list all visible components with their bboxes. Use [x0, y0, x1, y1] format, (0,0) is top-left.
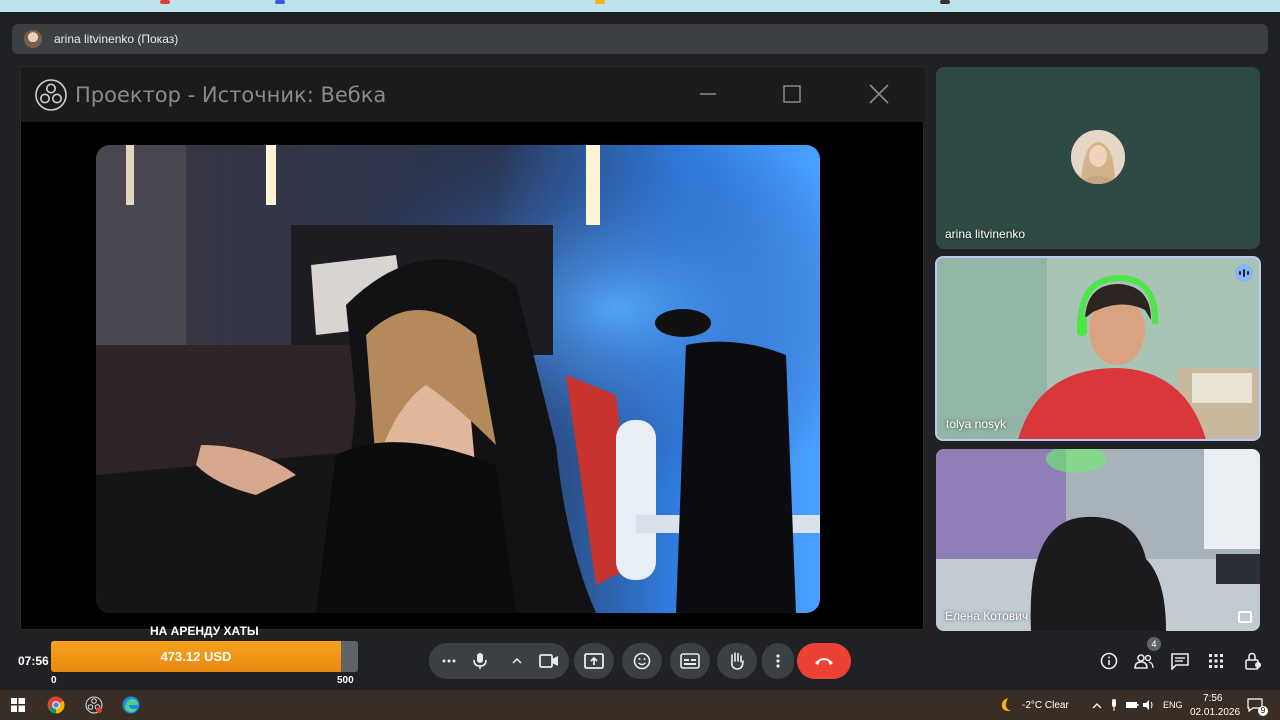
donation-goal-amount: 473.12 USD	[160, 649, 232, 664]
maximize-button[interactable]	[777, 79, 807, 109]
meeting-clock: 07:56	[18, 654, 49, 668]
taskbar-date[interactable]: 02.01.2026	[1190, 707, 1240, 718]
apps-grid-icon	[1209, 654, 1223, 668]
camera-icon	[539, 654, 558, 668]
hand-icon	[731, 652, 744, 670]
emoji-icon	[633, 652, 651, 670]
presentation-banner: arina litvinenko (Показ)	[12, 24, 1268, 54]
weather-moon-icon[interactable]	[996, 695, 1016, 715]
chat-button[interactable]	[1169, 650, 1191, 672]
microphone-icon	[473, 653, 487, 669]
people-icon	[1134, 654, 1154, 669]
obs-logo-icon	[35, 78, 67, 111]
participant-video	[937, 258, 1259, 439]
edge-icon	[122, 696, 140, 714]
reactions-button[interactable]	[622, 643, 662, 679]
obs-icon	[85, 696, 103, 714]
captions-icon	[680, 653, 700, 669]
projector-title: Проектор - Источник: Вебка	[75, 82, 387, 107]
weather-text[interactable]: -2°C Clear	[1022, 700, 1069, 711]
projector-window: Проектор - Источник: Вебка	[20, 66, 925, 630]
chrome-taskbar-button[interactable]	[46, 695, 66, 715]
host-controls-button[interactable]	[1242, 650, 1264, 672]
close-icon	[869, 84, 889, 104]
info-icon	[1100, 652, 1118, 670]
presenter-avatar	[24, 30, 42, 48]
volume-icon[interactable]	[1139, 695, 1159, 715]
taskbar-time[interactable]: 7:56	[1203, 693, 1222, 704]
participant-name: Елена Котович	[945, 609, 1029, 623]
people-button[interactable]	[1133, 650, 1155, 672]
chat-icon	[1171, 653, 1189, 670]
meeting-details-button[interactable]	[1098, 650, 1120, 672]
bookmark-icon[interactable]	[160, 0, 170, 4]
donation-goal-progress: 473.12 USD	[51, 641, 358, 672]
more-actions-button[interactable]	[762, 643, 794, 679]
captions-button[interactable]	[670, 643, 710, 679]
chrome-icon	[47, 696, 65, 714]
webcam-video	[96, 145, 820, 613]
participant-name: tolya nosyk	[946, 417, 1007, 431]
present-screen-button[interactable]	[574, 643, 614, 679]
participant-avatar	[1071, 130, 1125, 184]
participant-video	[936, 449, 1260, 631]
leave-call-button[interactable]	[797, 643, 851, 679]
obs-taskbar-button[interactable]	[84, 695, 104, 715]
projector-titlebar: Проектор - Источник: Вебка	[21, 67, 925, 122]
participant-tile[interactable]: Елена Котович	[936, 449, 1260, 631]
raise-hand-button[interactable]	[717, 643, 757, 679]
picture-in-picture-icon[interactable]	[1238, 611, 1252, 623]
language-indicator[interactable]: ENG	[1163, 700, 1183, 710]
notification-count-badge: 9	[1258, 706, 1268, 716]
edge-taskbar-button[interactable]	[121, 695, 141, 715]
more-horizontal-icon	[442, 659, 456, 663]
chevron-up-icon	[512, 657, 522, 664]
speaking-indicator-icon	[1235, 264, 1253, 282]
minimize-icon	[700, 93, 716, 95]
video-options-button[interactable]	[501, 643, 533, 679]
close-button[interactable]	[864, 79, 894, 109]
end-call-icon	[815, 658, 833, 665]
presenter-title: arina litvinenko (Показ)	[54, 32, 179, 46]
minimize-button[interactable]	[693, 79, 723, 109]
tray-mic-icon[interactable]	[1104, 695, 1124, 715]
bookmark-icon[interactable]	[940, 0, 950, 4]
participant-name: arina litvinenko	[945, 227, 1026, 241]
bookmark-icon[interactable]	[275, 0, 285, 4]
participant-tile[interactable]: arina litvinenko	[936, 67, 1260, 249]
windows-logo-icon	[11, 698, 25, 712]
present-screen-icon	[584, 653, 604, 669]
webcam-scene-image	[96, 145, 820, 613]
windows-start-button[interactable]	[8, 695, 28, 715]
participant-tile-active-speaker[interactable]: tolya nosyk	[935, 256, 1261, 441]
donation-goal-max: 500	[337, 675, 354, 686]
people-count-badge: 4	[1147, 637, 1161, 651]
lock-person-icon	[1245, 652, 1261, 670]
chevron-up-icon	[1092, 703, 1102, 709]
camera-button[interactable]	[530, 643, 568, 679]
activities-button[interactable]	[1205, 650, 1227, 672]
microphone-button[interactable]	[462, 643, 498, 679]
browser-bookmark-strip	[0, 0, 1280, 12]
bookmark-icon[interactable]	[595, 0, 605, 4]
donation-goal-min: 0	[51, 675, 57, 686]
donation-goal-title: НА АРЕНДУ ХАТЫ	[150, 624, 259, 638]
maximize-icon	[783, 85, 801, 103]
more-vertical-icon	[776, 654, 780, 668]
